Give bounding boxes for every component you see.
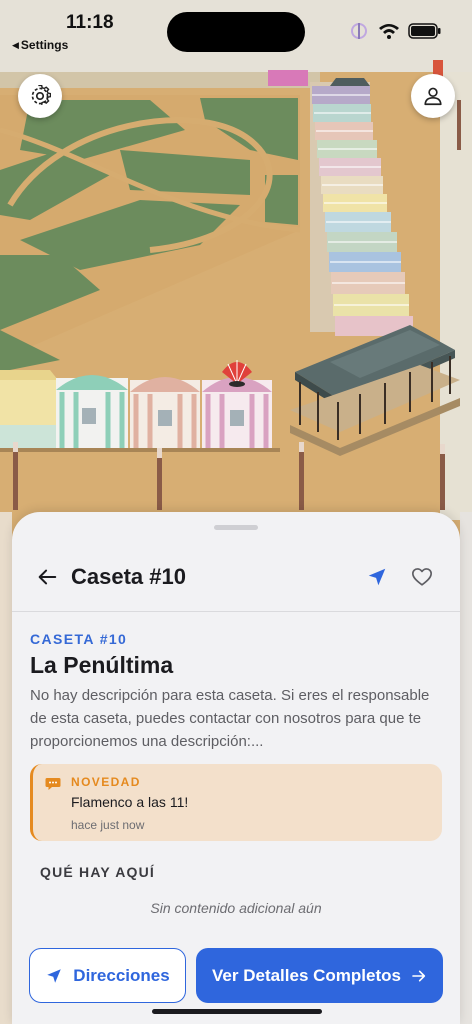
header-divider (12, 611, 460, 612)
chat-bubble-icon (45, 778, 61, 790)
booth-number-label: CASETA #10 (30, 631, 128, 647)
navigate-button[interactable] (362, 562, 392, 592)
arrow-right-icon (412, 970, 426, 981)
profile-button[interactable] (411, 74, 455, 118)
location-services-icon (351, 23, 367, 39)
back-to-settings-link[interactable]: ◀ Settings (12, 38, 68, 52)
back-triangle-icon: ◀ (12, 39, 19, 50)
booth-name: La Penúltima (30, 652, 174, 678)
settings-button[interactable] (18, 74, 62, 118)
dynamic-island (167, 12, 305, 52)
directions-label: Direcciones (73, 965, 170, 985)
directions-button[interactable]: Direcciones (29, 948, 186, 1003)
heart-icon (412, 568, 432, 586)
location-arrow-icon (368, 568, 386, 586)
gear-icon (31, 85, 51, 105)
wifi-icon (379, 24, 399, 39)
booth-description: No hay descripción para esta caseta. Si … (30, 687, 430, 750)
news-time: hace just now (71, 818, 145, 832)
favorite-button[interactable] (407, 562, 437, 592)
full-details-label: Ver Detalles Completos (212, 965, 401, 985)
empty-state-text: Sin contenido adicional aún (150, 900, 322, 916)
sheet-grabber[interactable] (214, 525, 258, 530)
status-bar: 11:18 ◀ Settings (0, 0, 472, 60)
status-icons (348, 20, 442, 42)
news-card[interactable]: NOVEDAD Flamenco a las 11! hace just now (30, 764, 442, 841)
status-time: 11:18 (66, 12, 114, 33)
arrow-left-icon (38, 569, 57, 585)
person-icon (424, 87, 442, 106)
news-label: NOVEDAD (71, 775, 141, 789)
back-button[interactable] (32, 562, 62, 592)
news-text: Flamenco a las 11! (71, 794, 189, 810)
home-indicator[interactable] (152, 1009, 322, 1014)
back-to-settings-label: Settings (20, 38, 69, 52)
booth-detail-sheet: Caseta #10 CASETA #10 La Penúltima No ha… (12, 512, 460, 1024)
location-arrow-icon (47, 968, 62, 983)
sheet-header: Caseta #10 (12, 552, 460, 610)
battery-icon (408, 23, 441, 39)
section-title: QUÉ HAY AQUÍ (40, 864, 156, 880)
full-details-button[interactable]: Ver Detalles Completos (196, 948, 443, 1003)
sheet-title: Caseta #10 (71, 564, 186, 589)
